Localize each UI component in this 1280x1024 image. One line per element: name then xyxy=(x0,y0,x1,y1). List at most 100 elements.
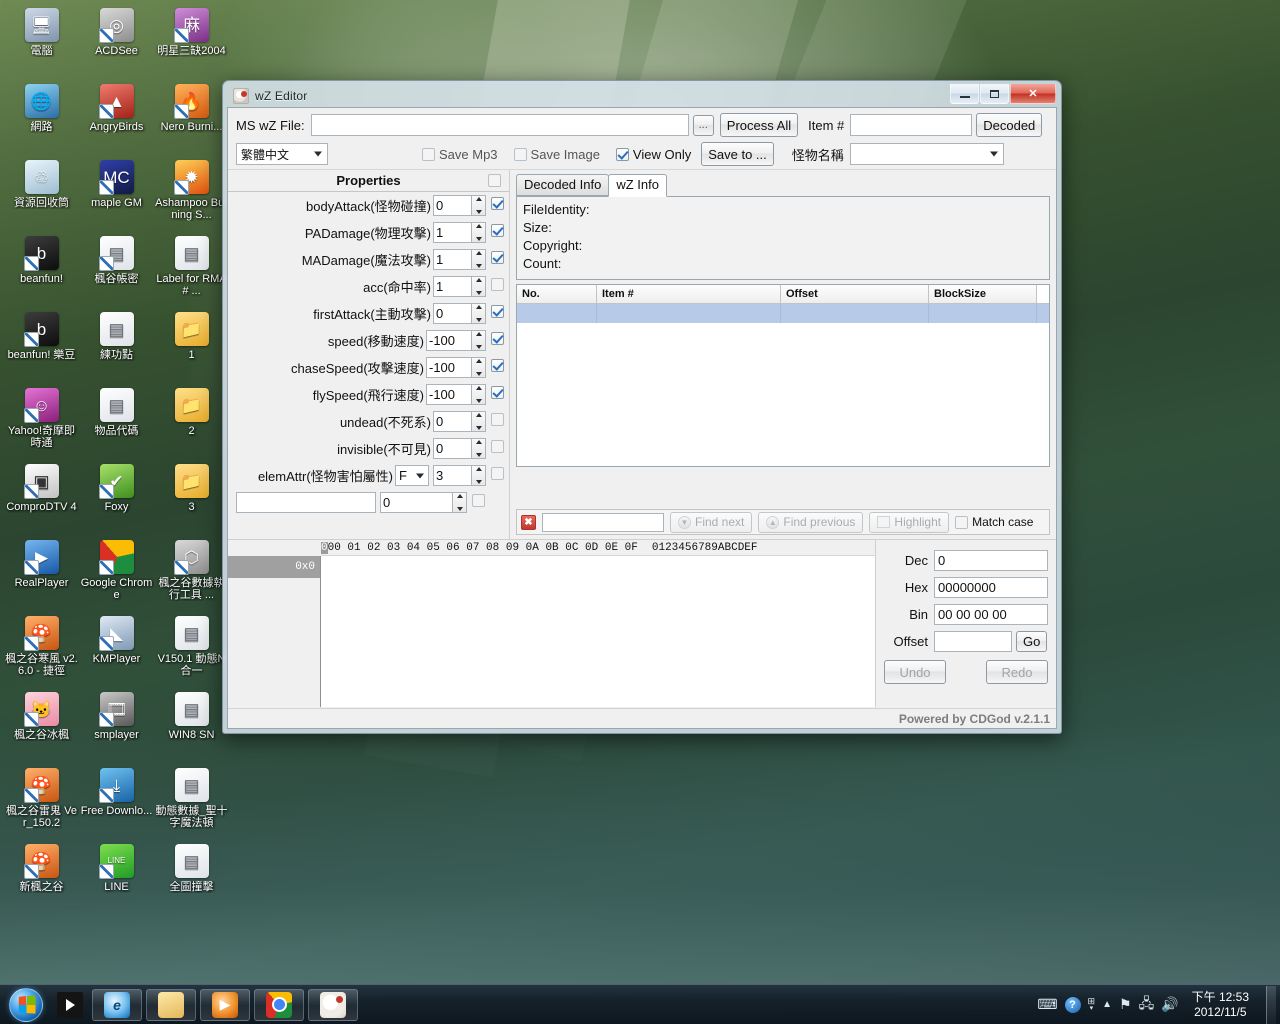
spinner-down-icon[interactable] xyxy=(475,399,482,403)
show-hidden-icons-icon[interactable]: ▲ xyxy=(1102,999,1112,1010)
spinner-control[interactable] xyxy=(471,276,486,297)
spinner-control[interactable] xyxy=(471,222,486,243)
spinner-control[interactable] xyxy=(471,465,486,486)
desktop-icon[interactable]: 📁 2 xyxy=(154,384,229,460)
desktop-icon[interactable]: ⬡ 楓之谷數據執行工具 ... xyxy=(154,536,229,612)
taskbar-item[interactable] xyxy=(254,988,304,1021)
offset-input[interactable] xyxy=(934,631,1012,652)
spinner-up-icon[interactable] xyxy=(475,251,482,255)
desktop-icon[interactable]: 🍄 楓之谷寒風 v2.6.0 - 捷徑 xyxy=(4,612,79,688)
desktop-icon[interactable]: 麻明星三缺2004 xyxy=(154,4,229,80)
keyboard-icon[interactable]: ⌨ xyxy=(1037,996,1057,1013)
property-enable-checkbox[interactable] xyxy=(491,304,504,323)
column-header[interactable]: Item # xyxy=(597,285,781,303)
desktop-icon[interactable]: ✔ Foxy xyxy=(79,460,154,536)
desktop-icon[interactable]: ▤ WIN8 SN xyxy=(154,688,229,764)
ime-icon[interactable]: ⊞ ▾ xyxy=(1088,996,1096,1013)
view-only-checkbox[interactable]: View Only xyxy=(615,147,691,162)
minimize-button[interactable] xyxy=(950,84,979,104)
spinner-down-icon[interactable] xyxy=(475,372,482,376)
desktop-icon[interactable]: ▤ 練功點 xyxy=(79,308,154,384)
spinner-control[interactable] xyxy=(471,384,486,405)
taskbar-item[interactable] xyxy=(308,988,358,1021)
property-enable-checkbox[interactable] xyxy=(491,385,504,404)
taskbar-item[interactable]: ▶ xyxy=(200,988,250,1021)
spinner-down-icon[interactable] xyxy=(475,345,482,349)
blank-text-input[interactable] xyxy=(236,492,376,513)
decoded-button[interactable]: Decoded xyxy=(976,113,1043,137)
spinner-up-icon[interactable] xyxy=(475,197,482,201)
network-icon[interactable]: 🖧 xyxy=(1139,993,1155,1017)
desktop-icon[interactable]: ▤ 物品代碼 xyxy=(79,384,154,460)
desktop-icon[interactable]: 📁 1 xyxy=(154,308,229,384)
spinner-up-icon[interactable] xyxy=(475,440,482,444)
spinner-down-icon[interactable] xyxy=(475,480,482,484)
desktop-icon[interactable]: ▤ 楓谷帳密 xyxy=(79,232,154,308)
property-value-input[interactable]: -100 xyxy=(426,357,471,378)
spinner-down-icon[interactable] xyxy=(475,291,482,295)
match-case-checkbox[interactable]: Match case xyxy=(955,515,1033,529)
desktop-icon[interactable]: 📁 3 xyxy=(154,460,229,536)
desktop-icon[interactable]: ☺ Yahoo!奇摩即時通 xyxy=(4,384,79,460)
property-enable-checkbox[interactable] xyxy=(491,277,504,296)
redo-button[interactable]: Redo xyxy=(986,660,1048,684)
spinner-up-icon[interactable] xyxy=(475,278,482,282)
find-previous-button[interactable]: ▲ Find previous xyxy=(758,511,864,533)
hex-value[interactable]: 00000000 xyxy=(934,577,1048,598)
spinner-control[interactable] xyxy=(471,249,486,270)
blank-enable-checkbox[interactable] xyxy=(472,493,485,512)
wz-editor-window[interactable]: wZ Editor ✕ MS wZ File: ... Process All … xyxy=(222,80,1062,734)
property-enable-checkbox[interactable] xyxy=(491,331,504,350)
start-button[interactable] xyxy=(4,987,48,1023)
desktop-icon[interactable]: 🌐 網路 xyxy=(4,80,79,156)
undo-button[interactable]: Undo xyxy=(884,660,946,684)
bin-value[interactable]: 00 00 00 00 xyxy=(934,604,1048,625)
desktop-icon[interactable]: Google Chrome xyxy=(79,536,154,612)
desktop-icon[interactable]: LINE LINE xyxy=(79,840,154,916)
desktop-icon[interactable]: b beanfun! 樂豆 xyxy=(4,308,79,384)
elemattr-value-input[interactable]: 3 xyxy=(433,465,471,486)
spinner-up-icon[interactable] xyxy=(475,467,482,471)
volume-icon[interactable]: 🔊 xyxy=(1161,996,1178,1013)
item-number-input[interactable] xyxy=(850,114,973,136)
desktop-icon[interactable]: 🍄 新楓之谷 xyxy=(4,840,79,916)
spinner-down-icon[interactable] xyxy=(475,264,482,268)
desktop-icon[interactable]: ✹ Ashampoo Burning S... xyxy=(154,156,229,232)
desktop-icon[interactable]: MC maple GM xyxy=(79,156,154,232)
spinner-down-icon[interactable] xyxy=(475,426,482,430)
close-icon[interactable]: ✖ xyxy=(521,514,536,530)
column-header[interactable]: No. xyxy=(517,285,597,303)
window-titlebar[interactable]: wZ Editor ✕ xyxy=(227,84,1057,108)
hex-view[interactable]: 0 00 01 02 03 04 05 06 07 08 09 0A 0B 0C … xyxy=(228,539,876,707)
spinner-control[interactable] xyxy=(471,438,486,459)
desktop-icon[interactable]: 🎞 smplayer xyxy=(79,688,154,764)
highlight-button[interactable]: Highlight xyxy=(869,511,950,533)
spinner-down-icon[interactable] xyxy=(475,210,482,214)
save-to-button[interactable]: Save to ... xyxy=(701,142,774,166)
tab-wz-info[interactable]: wZ Info xyxy=(608,174,667,197)
go-button[interactable]: Go xyxy=(1016,631,1048,652)
desktop-icon[interactable]: ▲ AngryBirds xyxy=(79,80,154,156)
desktop-icon[interactable]: ⤓ Free Downlo... xyxy=(79,764,154,840)
desktop-icon[interactable]: b beanfun! xyxy=(4,232,79,308)
spinner-up-icon[interactable] xyxy=(475,386,482,390)
elemattr-enable-checkbox[interactable] xyxy=(491,466,504,485)
property-value-input[interactable]: 0 xyxy=(433,303,471,324)
desktop-icon[interactable]: ▤ V150.1 動態N合一 xyxy=(154,612,229,688)
taskbar-item[interactable] xyxy=(146,988,196,1021)
tab-decoded-info[interactable]: Decoded Info xyxy=(516,174,610,196)
desktop-icon[interactable]: 🔥 Nero Burni... xyxy=(154,80,229,156)
spinner-down-icon[interactable] xyxy=(475,237,482,241)
dec-value[interactable]: 0 xyxy=(934,550,1048,571)
desktop-icon[interactable]: ▤ Label for RMA # ... xyxy=(154,232,229,308)
desktop-icon[interactable]: ♲ 資源回收筒 xyxy=(4,156,79,232)
table-row[interactable] xyxy=(517,304,1049,323)
desktop-icon[interactable]: 🍄 楓之谷雷鬼 Ver_150.2 xyxy=(4,764,79,840)
blank-value-input[interactable]: 0 xyxy=(380,492,452,513)
spinner-down-icon[interactable] xyxy=(475,453,482,457)
desktop-icon[interactable]: ▶ RealPlayer xyxy=(4,536,79,612)
desktop-icon[interactable]: ▤ 全圖撞擊 xyxy=(154,840,229,916)
help-icon[interactable]: ? xyxy=(1064,996,1081,1013)
property-value-input[interactable]: -100 xyxy=(426,330,471,351)
elemattr-select[interactable]: F xyxy=(395,465,429,486)
